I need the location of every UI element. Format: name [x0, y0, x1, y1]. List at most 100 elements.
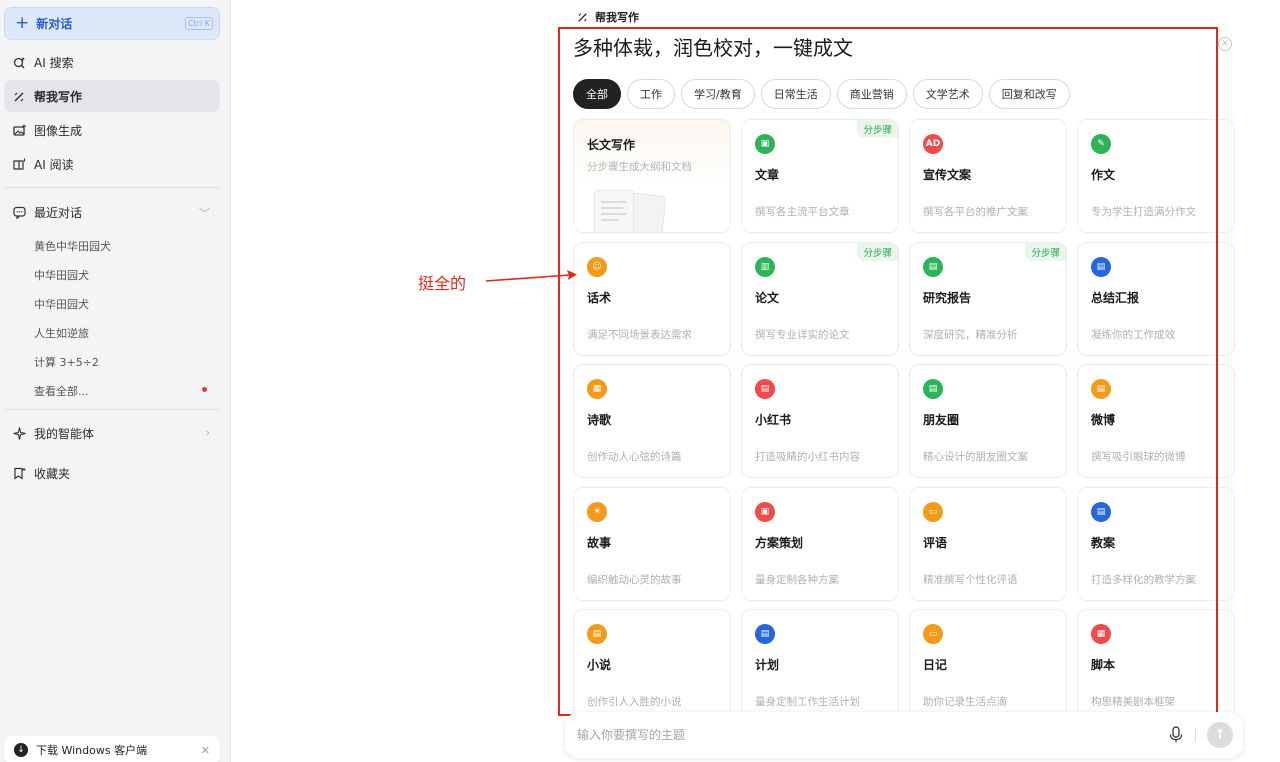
- page-title: 多种体裁，润色校对，一键成文: [573, 36, 853, 60]
- card-desc: 分步骤生成大纲和文档: [587, 161, 692, 173]
- card-title: 作文: [1091, 168, 1116, 182]
- card-icon: ▣: [755, 502, 775, 522]
- card-title: 朋友圈: [923, 413, 960, 427]
- card-title: 总结汇报: [1091, 291, 1140, 305]
- recent-chat-item[interactable]: 黄色中华田园犬: [34, 238, 111, 254]
- card-title: 话术: [587, 291, 612, 305]
- step-by-step-badge: 分步骤: [1025, 243, 1066, 261]
- card-title: 教案: [1091, 536, 1116, 550]
- card-desc: 精准撰写个性化评语: [923, 574, 1018, 586]
- nav-label: 帮我写作: [34, 89, 83, 104]
- topic-input[interactable]: [577, 724, 1137, 746]
- card-title: 故事: [587, 536, 612, 550]
- download-client-banner[interactable]: ↓ 下载 Windows 客户端 ✕: [4, 736, 220, 762]
- card-icon: ▭: [923, 624, 943, 644]
- tab-business-marketing[interactable]: 商业营销: [836, 79, 907, 109]
- nav-ai-search[interactable]: AI 搜索: [4, 46, 220, 78]
- card-icon: ▤: [923, 257, 943, 277]
- writing-card[interactable]: ▤ 总结汇报 凝练你的工作成效: [1077, 242, 1235, 356]
- writing-card[interactable]: ▤ 朋友圈精心设计的朋友圈文案: [909, 364, 1067, 478]
- input-divider: [1195, 728, 1196, 742]
- nav-ai-reading[interactable]: AI 阅读: [4, 148, 220, 180]
- nav-write-for-me[interactable]: 帮我写作: [4, 80, 220, 112]
- writing-card[interactable]: ▣ 文章 撰写各主流平台文章 分步骤: [741, 119, 899, 233]
- card-long-form-writing[interactable]: 长文写作 分步骤生成大纲和文档: [573, 119, 731, 233]
- card-desc: 精心设计的朋友圈文案: [923, 451, 1028, 463]
- topic-input-bar: ↑: [565, 712, 1243, 758]
- recent-chat-item[interactable]: 人生如逆旅: [34, 325, 89, 341]
- card-title: 长文写作: [587, 138, 636, 152]
- card-icon: ▤: [755, 624, 775, 644]
- nav-label: 我的智能体: [34, 426, 95, 441]
- card-icon: ▣: [755, 134, 775, 154]
- writing-card[interactable]: ☀ 故事 编织触动心灵的故事: [573, 487, 731, 601]
- card-icon: ▭: [923, 502, 943, 522]
- writing-card[interactable]: ▦ 脚本 构思精美剧本框架: [1077, 609, 1235, 723]
- writing-card[interactable]: ▤ 教案 打造多样化的教学方案: [1077, 487, 1235, 601]
- recent-chat-item[interactable]: 中华田园犬: [34, 267, 89, 283]
- tab-study-education[interactable]: 学习/教育: [681, 79, 755, 109]
- tab-reply-rewrite[interactable]: 回复和改写: [988, 79, 1070, 109]
- writing-card[interactable]: ☺ 话术 满足不同场景表达需求: [573, 242, 731, 356]
- writing-card[interactable]: AD 宣传文案 撰写各平台的推广文案: [909, 119, 1067, 233]
- writing-card[interactable]: ▭ 评语精准撰写个性化评语: [909, 487, 1067, 601]
- category-tabs: 全部 工作 学习/教育 日常生活 商业营销 文学艺术 回复和改写: [573, 79, 1070, 109]
- card-desc: 打造多样化的教学方案: [1091, 574, 1196, 586]
- document-illustration-icon: [590, 186, 670, 232]
- card-desc: 创作引人入胜的小说: [587, 696, 682, 708]
- writing-card[interactable]: ▭ 日记 助你记录生活点滴: [909, 609, 1067, 723]
- step-by-step-badge: 分步骤: [857, 120, 898, 138]
- sparkle-icon: [12, 426, 26, 440]
- card-icon: ▤: [1091, 257, 1111, 277]
- card-icon: ▦: [1091, 624, 1111, 644]
- writing-card[interactable]: ▦ 诗歌 创作动人心弦的诗篇: [573, 364, 731, 478]
- new-chat-button[interactable]: + 新对话 Ctrl K: [4, 7, 220, 40]
- sidebar: + 新对话 Ctrl K AI 搜索 帮我写作 图像生成 AI 阅读 最近对话 …: [0, 0, 231, 762]
- chevron-down-icon: ﹀: [199, 207, 210, 220]
- card-title: 微博: [1091, 413, 1116, 427]
- card-icon: ▤: [923, 379, 943, 399]
- view-all-link[interactable]: 查看全部...: [34, 383, 89, 399]
- writing-card[interactable]: ▤ 小红书 打造吸睛的小红书内容: [741, 364, 899, 478]
- writing-card[interactable]: ▤ 研究报告 深度研究，精准分析 分步骤: [909, 242, 1067, 356]
- recent-chats-label: 最近对话: [34, 205, 83, 220]
- send-button[interactable]: ↑: [1207, 722, 1233, 748]
- tab-work[interactable]: 工作: [627, 79, 675, 109]
- microphone-icon[interactable]: [1168, 726, 1184, 744]
- nav-label: AI 阅读: [34, 157, 74, 172]
- card-title: 研究报告: [923, 291, 972, 305]
- writing-card[interactable]: ✎ 作文 专为学生打造满分作文: [1077, 119, 1235, 233]
- card-desc: 助你记录生活点滴: [923, 696, 1007, 708]
- nav-image-generation[interactable]: 图像生成: [4, 114, 220, 146]
- nav-my-agents[interactable]: 我的智能体 ›: [4, 417, 220, 449]
- search-sparkle-icon: [12, 55, 26, 69]
- recent-chat-item[interactable]: 计算 3+5÷2: [34, 354, 99, 370]
- card-icon: ▤: [587, 624, 607, 644]
- sidebar-divider: [4, 409, 220, 410]
- card-title: 评语: [923, 536, 948, 550]
- close-panel-icon[interactable]: ✕: [1218, 37, 1232, 51]
- chevron-right-icon: ›: [205, 426, 210, 439]
- nav-favorites[interactable]: 收藏夹: [4, 457, 220, 489]
- writing-card[interactable]: ▤ 小说 创作引人入胜的小说: [573, 609, 731, 723]
- recent-chat-item[interactable]: 中华田园犬: [34, 296, 89, 312]
- writing-card[interactable]: ▤ 计划 量身定制工作生活计划: [741, 609, 899, 723]
- card-icon: ☺: [587, 257, 607, 277]
- writing-card[interactable]: ▤ 微博 撰写吸引眼球的微博: [1077, 364, 1235, 478]
- card-desc: 创作动人心弦的诗篇: [587, 451, 682, 463]
- writing-card[interactable]: ▣ 方案策划 量身定制各种方案: [741, 487, 899, 601]
- card-title: 宣传文案: [923, 168, 972, 182]
- image-plus-icon: [12, 123, 26, 137]
- step-by-step-badge: 分步骤: [857, 243, 898, 261]
- card-title: 脚本: [1091, 658, 1116, 672]
- close-icon[interactable]: ✕: [201, 744, 210, 757]
- tab-literature-art[interactable]: 文学艺术: [912, 79, 983, 109]
- card-title: 论文: [755, 291, 780, 305]
- tab-all[interactable]: 全部: [573, 79, 621, 109]
- recent-chats-header[interactable]: 最近对话 ﹀: [4, 196, 220, 228]
- bookmark-icon: [12, 466, 26, 480]
- card-desc: 编织触动心灵的故事: [587, 574, 682, 586]
- card-icon: ✎: [1091, 134, 1111, 154]
- tab-daily-life[interactable]: 日常生活: [760, 79, 831, 109]
- writing-card[interactable]: ▥ 论文 撰写专业详实的论文 分步骤: [741, 242, 899, 356]
